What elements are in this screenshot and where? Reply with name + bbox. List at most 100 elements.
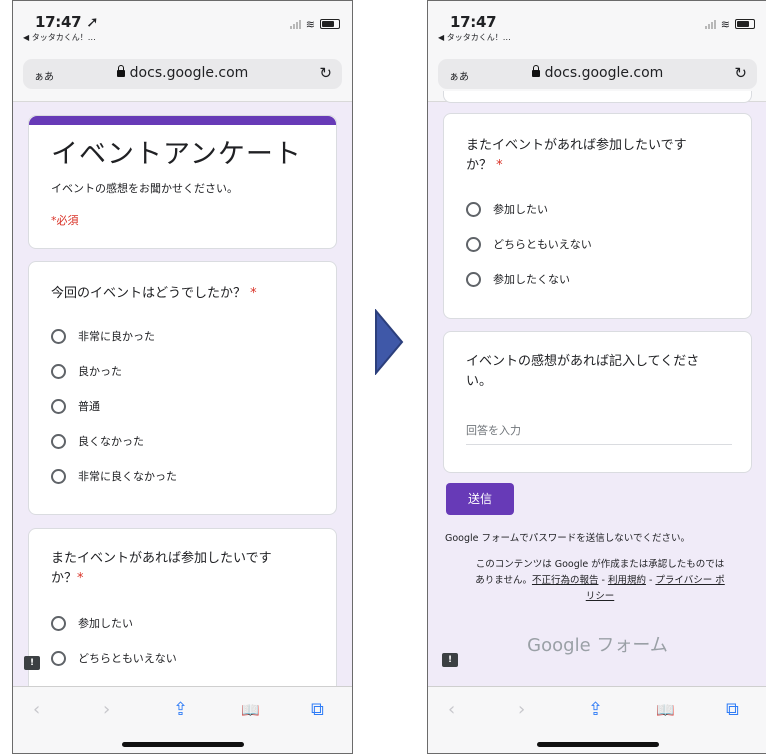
url-domain: docs.google.com (23, 65, 342, 81)
radio-circle-icon[interactable] (51, 328, 66, 344)
browser-toolbar: ‹ › ⇪ 📖 ⧉ (13, 686, 352, 753)
radio-circle-icon[interactable] (51, 433, 66, 449)
share-icon[interactable]: ⇪ (588, 699, 603, 720)
battery-icon (320, 19, 340, 29)
password-warning: Google フォームでパスワードを送信しないでください。 (445, 533, 690, 544)
radio-label: 参加したい (78, 617, 133, 630)
radio-label: 参加したくない (493, 273, 570, 286)
disclaimer: このコンテンツは Google が作成または承認したものでは ありません。不正行… (450, 557, 750, 605)
radio-option[interactable]: どちらともいえない (466, 236, 592, 252)
url-domain-text: docs.google.com (129, 65, 249, 81)
browser-address-bar: ぁあ docs.google.com ↻ (13, 49, 352, 102)
radio-option[interactable]: 普通 (51, 398, 100, 414)
lock-icon (531, 65, 540, 77)
question-text: 今回のイベントはどうでしたか？ (51, 286, 247, 301)
radio-circle-icon[interactable] (51, 468, 66, 484)
disclaimer-line1: このコンテンツは Google が作成または承認したものでは (475, 559, 725, 570)
question-text-line1: またイベントがあれば参加したいです (51, 551, 272, 566)
radio-label: 非常に良かった (78, 330, 155, 343)
required-mark: * (77, 571, 84, 586)
form-title: イベントアンケート (51, 139, 302, 170)
radio-label: 非常に良くなかった (78, 470, 177, 483)
forward-icon[interactable]: › (103, 699, 110, 720)
radio-option[interactable]: 良くなかった (51, 433, 144, 449)
radio-circle-icon[interactable] (51, 615, 66, 631)
submit-button[interactable]: 送信 (446, 483, 514, 515)
question-text-line2: か？ (466, 158, 493, 173)
radio-label: どちらともいえない (78, 652, 177, 665)
privacy-link[interactable]: プライバシー ポ (655, 575, 724, 586)
answer-text-input[interactable]: 回答を入力 (466, 422, 732, 445)
question-title: またイベントがあれば参加したいです か？ * (466, 136, 736, 176)
reload-icon[interactable]: ↻ (319, 64, 332, 82)
back-to-app-link[interactable]: ◀ タッタカくん！… (23, 32, 96, 43)
report-feedback-icon[interactable]: ! (442, 653, 458, 667)
forward-icon[interactable]: › (518, 699, 525, 720)
radio-option[interactable]: 参加したい (466, 201, 548, 217)
bookmarks-icon[interactable]: 📖 (656, 701, 675, 719)
radio-option[interactable]: 参加したい (51, 615, 133, 631)
status-time: 17:47 ➚ (35, 13, 99, 31)
privacy-link-continued[interactable]: リシー (586, 591, 615, 602)
report-feedback-icon[interactable]: ! (24, 656, 40, 670)
url-field[interactable]: ぁあ docs.google.com ↻ (23, 59, 342, 89)
radio-option[interactable]: どちらともいえない (51, 650, 177, 666)
status-bar: 17:47 ◀ タッタカくん！… ≋ (428, 1, 766, 49)
question-title: 今回のイベントはどうでしたか？ * (51, 284, 321, 304)
form-description: イベントの感想をお聞かせください。 (51, 182, 238, 195)
back-to-app-link[interactable]: ◀ タッタカくん！… (438, 32, 511, 43)
required-mark: * (496, 158, 503, 173)
radio-circle-icon[interactable] (51, 398, 66, 414)
phone-screen-left: 17:47 ➚ ◀ タッタカくん！… ≋ ぁあ docs.google.com … (12, 0, 353, 754)
question-text-line2: い。 (466, 374, 493, 389)
back-icon[interactable]: ‹ (33, 699, 40, 720)
question-title: またイベントがあれば参加したいです か？* (51, 549, 321, 589)
radio-label: 普通 (78, 400, 100, 413)
separator: - (598, 575, 608, 586)
radio-label: どちらともいえない (493, 238, 592, 251)
cellular-signal-icon (704, 20, 716, 29)
question-card-q2: またイベントがあれば参加したいです か？ * 参加したい どちらともいえない 参加… (443, 113, 752, 319)
previous-card-edge (443, 91, 752, 103)
question-text-line1: またイベントがあれば参加したいです (466, 138, 687, 153)
battery-icon (735, 19, 755, 29)
question-title: イベントの感想があれば記入してくださ い。 (466, 352, 736, 392)
radio-option[interactable]: 非常に良かった (51, 328, 155, 344)
wifi-icon: ≋ (720, 18, 730, 31)
share-icon[interactable]: ⇪ (173, 699, 188, 720)
tabs-icon[interactable]: ⧉ (726, 699, 739, 720)
required-note: *必須 (51, 214, 79, 227)
form-accent-bar (29, 116, 336, 125)
terms-link[interactable]: 利用規約 (608, 575, 646, 586)
browser-toolbar: ‹ › ⇪ 📖 ⧉ (428, 686, 766, 753)
url-field[interactable]: ぁあ docs.google.com ↻ (438, 59, 757, 89)
url-domain: docs.google.com (438, 65, 757, 81)
question-text-line2: か？ (51, 571, 78, 586)
radio-option[interactable]: 良かった (51, 363, 122, 379)
radio-option[interactable]: 非常に良くなかった (51, 468, 177, 484)
next-step-arrow-icon (375, 309, 404, 375)
reload-icon[interactable]: ↻ (734, 64, 747, 82)
bookmarks-icon[interactable]: 📖 (241, 701, 260, 719)
question-card-q3: イベントの感想があれば記入してくださ い。 回答を入力 (443, 331, 752, 473)
separator: - (645, 575, 656, 586)
system-icons: ≋ (704, 18, 755, 31)
report-abuse-link[interactable]: 不正行為の報告 (532, 575, 599, 586)
back-icon[interactable]: ‹ (448, 699, 455, 720)
radio-circle-icon[interactable] (466, 236, 481, 252)
required-mark: * (250, 286, 257, 301)
wifi-icon: ≋ (305, 18, 315, 31)
status-time: 17:47 (450, 13, 497, 31)
home-indicator (121, 742, 244, 747)
system-icons: ≋ (289, 18, 340, 31)
status-bar: 17:47 ➚ ◀ タッタカくん！… ≋ (13, 1, 352, 49)
radio-option[interactable]: 参加したくない (466, 271, 570, 287)
radio-circle-icon[interactable] (51, 363, 66, 379)
google-forms-logo[interactable]: Google フォーム (428, 631, 766, 657)
disclaimer-prefix: ありません。 (475, 575, 532, 586)
radio-circle-icon[interactable] (466, 201, 481, 217)
tabs-icon[interactable]: ⧉ (311, 699, 324, 720)
radio-circle-icon[interactable] (51, 650, 66, 666)
phone-screen-right: 17:47 ◀ タッタカくん！… ≋ ぁあ docs.google.com ↻ … (427, 0, 766, 754)
radio-circle-icon[interactable] (466, 271, 481, 287)
